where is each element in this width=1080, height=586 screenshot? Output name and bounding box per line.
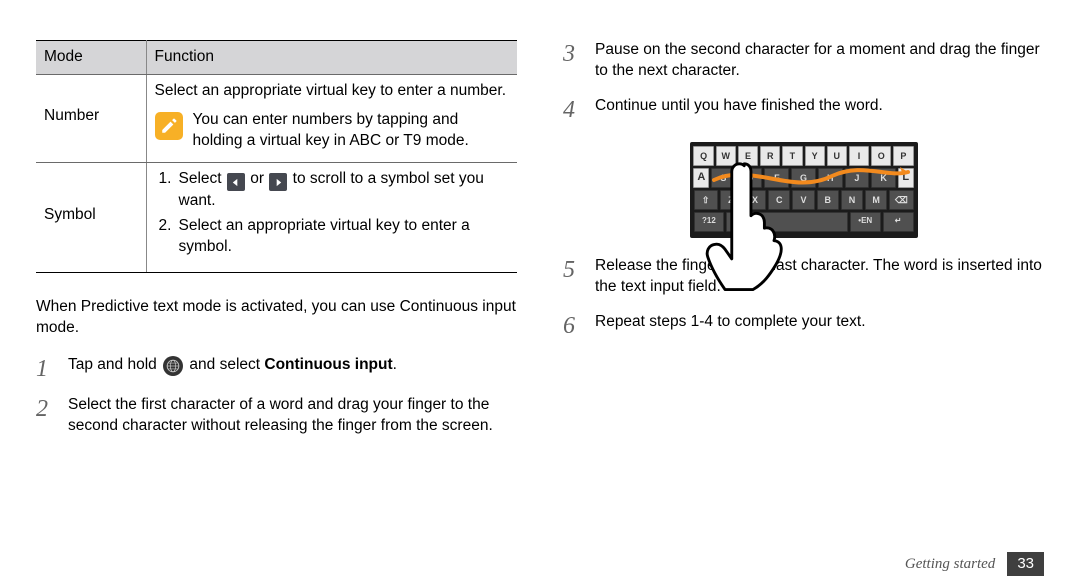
keyboard-key: N xyxy=(841,190,863,210)
keyboard-key: J xyxy=(845,168,870,188)
th-mode: Mode xyxy=(36,41,146,75)
number-note: You can enter numbers by tapping and hol… xyxy=(193,110,510,152)
keyboard-key: I xyxy=(849,146,869,166)
step-number: 2 xyxy=(36,395,54,437)
step-number: 3 xyxy=(563,40,581,82)
step-3: 3 Pause on the second character for a mo… xyxy=(563,40,1044,82)
mode-number-label: Number xyxy=(36,74,146,162)
keyboard-key: H xyxy=(818,168,843,188)
step-number: 4 xyxy=(563,96,581,122)
symbol-step2: 2. Select an appropriate virtual key to … xyxy=(159,216,510,258)
keyboard-key: P xyxy=(893,146,913,166)
hand-icon xyxy=(702,160,798,294)
step-1: 1 Tap and hold and select Continuous inp… xyxy=(36,355,517,381)
continuous-input-label: Continuous input xyxy=(264,356,392,373)
keyboard-key: ↵ xyxy=(883,212,914,232)
table-row: Number Select an appropriate virtual key… xyxy=(36,74,517,162)
keyboard-key: U xyxy=(827,146,847,166)
right-column: 3 Pause on the second character for a mo… xyxy=(563,40,1044,586)
mode-number-function: Select an appropriate virtual key to ent… xyxy=(146,74,517,162)
keyboard-key: M xyxy=(865,190,887,210)
step-5: 5 Release the finger on the last charact… xyxy=(563,256,1044,298)
step-number: 5 xyxy=(563,256,581,298)
section-title: Getting started xyxy=(905,554,995,574)
mode-symbol-function: 1. Select or to scroll to a symbol set y… xyxy=(146,162,517,272)
keyboard-key: L xyxy=(898,168,914,188)
step-number: 6 xyxy=(563,312,581,338)
step-4: 4 Continue until you have finished the w… xyxy=(563,96,1044,122)
keyboard-key: O xyxy=(871,146,891,166)
triangle-right-icon xyxy=(269,173,287,191)
th-function: Function xyxy=(146,41,517,75)
page-footer: Getting started 33 xyxy=(905,552,1044,576)
triangle-left-icon xyxy=(227,173,245,191)
mode-symbol-label: Symbol xyxy=(36,162,146,272)
step-number: 1 xyxy=(36,355,54,381)
step-2: 2 Select the first character of a word a… xyxy=(36,395,517,437)
keyboard-key: B xyxy=(817,190,839,210)
keyboard-key: •EN xyxy=(850,212,881,232)
keyboard-illustration: QWERTYUIOP ASDFGHJKL ⇧ZXCVBNM⌫ ?12⚙•EN↵ xyxy=(563,142,1044,238)
keyboard-key: Y xyxy=(805,146,825,166)
globe-icon xyxy=(163,356,183,376)
number-desc: Select an appropriate virtual key to ent… xyxy=(155,81,510,102)
table-row: Symbol 1. Select or to scroll to a symbo… xyxy=(36,162,517,272)
step-6: 6 Repeat steps 1-4 to complete your text… xyxy=(563,312,1044,338)
keyboard-key: ⌫ xyxy=(889,190,913,210)
note-icon xyxy=(155,112,183,140)
keyboard-key: K xyxy=(871,168,896,188)
predictive-text-paragraph: When Predictive text mode is activated, … xyxy=(36,297,517,339)
page-number: 33 xyxy=(1007,552,1044,576)
left-column: Mode Function Number Select an appropria… xyxy=(36,40,517,586)
symbol-step1: 1. Select or to scroll to a symbol set y… xyxy=(159,169,510,212)
mode-function-table: Mode Function Number Select an appropria… xyxy=(36,40,517,273)
